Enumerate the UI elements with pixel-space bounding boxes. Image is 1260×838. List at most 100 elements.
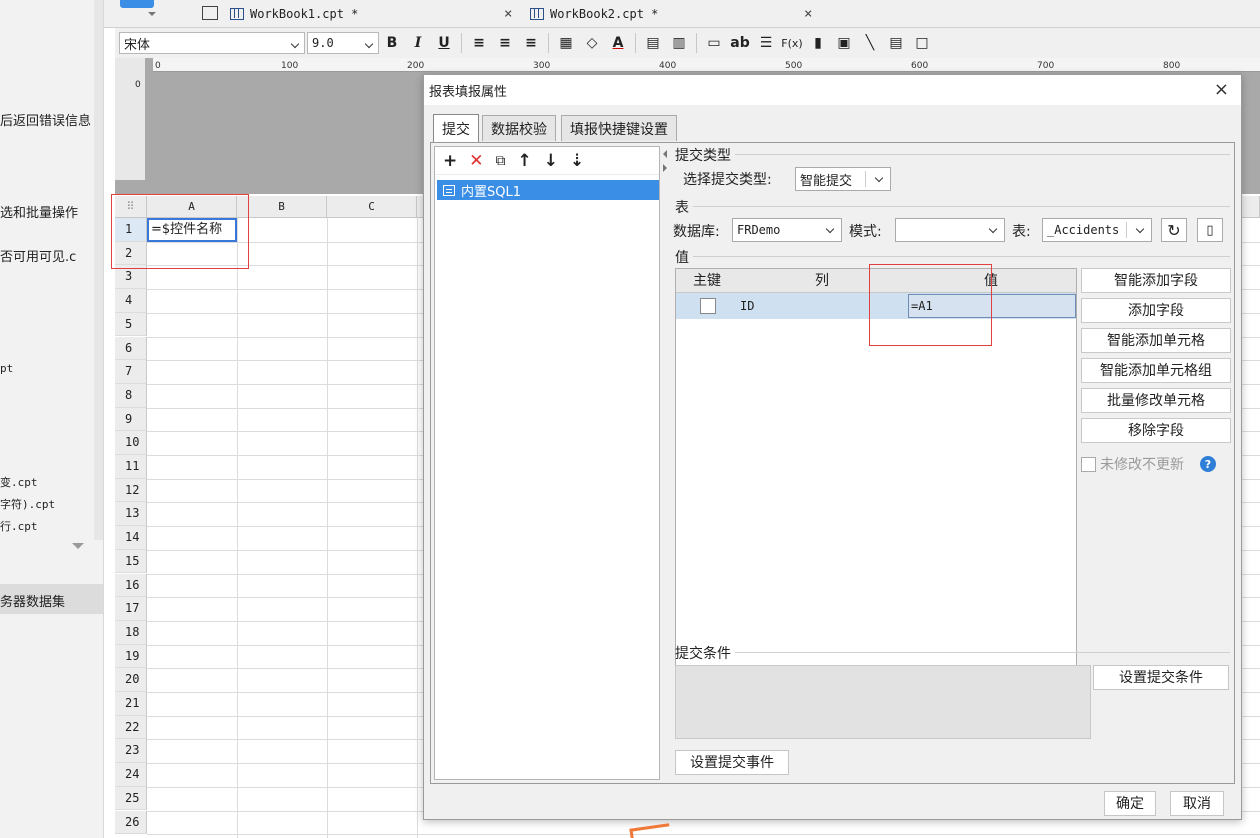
tree-item[interactable]: 变.cpt bbox=[0, 474, 38, 490]
smart-add-cell-button[interactable]: 智能添加单元格 bbox=[1081, 328, 1231, 353]
refresh-icon[interactable]: ↻ bbox=[1161, 218, 1187, 242]
move-down-icon[interactable]: ↓ bbox=[544, 151, 558, 171]
text-icon[interactable]: ab bbox=[727, 31, 753, 55]
font-color-icon[interactable]: A bbox=[605, 31, 631, 55]
close-tab-icon[interactable]: × bbox=[804, 6, 812, 22]
help-icon[interactable]: ? bbox=[1200, 456, 1216, 472]
tab-shortcut-settings[interactable]: 填报快捷键设置 bbox=[561, 115, 677, 141]
column-header-b[interactable]: B bbox=[237, 196, 327, 218]
tree-item[interactable]: 后返回错误信息 bbox=[0, 110, 91, 129]
tab-workbook2[interactable]: WorkBook2.cpt * × bbox=[530, 0, 812, 28]
row-header[interactable]: 24 bbox=[115, 763, 147, 787]
font-family-select[interactable]: 宋体 bbox=[119, 32, 305, 54]
row-header[interactable]: 19 bbox=[115, 644, 147, 669]
subreport-icon[interactable]: ▤ bbox=[883, 31, 909, 55]
row-header[interactable]: 11 bbox=[115, 455, 147, 479]
tab-data-validation[interactable]: 数据校验 bbox=[482, 115, 556, 141]
row-header[interactable]: 8 bbox=[115, 383, 147, 408]
align-center-icon[interactable]: ≡ bbox=[492, 31, 518, 55]
primary-key-checkbox[interactable] bbox=[700, 298, 716, 314]
tree-item[interactable]: pt bbox=[0, 362, 13, 375]
row-header[interactable]: 14 bbox=[115, 526, 147, 550]
italic-button[interactable]: I bbox=[405, 31, 431, 55]
close-tab-icon[interactable]: × bbox=[504, 6, 512, 22]
tab-submit[interactable]: 提交 bbox=[433, 114, 479, 142]
row-header[interactable]: 25 bbox=[115, 786, 147, 811]
row-header[interactable]: 12 bbox=[115, 478, 147, 503]
row-header[interactable]: 23 bbox=[115, 739, 147, 764]
delete-icon[interactable]: ✕ bbox=[469, 151, 483, 171]
row-header[interactable]: 9 bbox=[115, 407, 147, 432]
copy-icon[interactable]: ⧉ bbox=[496, 153, 506, 169]
row-header[interactable]: 22 bbox=[115, 715, 147, 740]
row-header[interactable]: 10 bbox=[115, 431, 147, 455]
smart-add-field-button[interactable]: 智能添加字段 bbox=[1081, 268, 1231, 293]
column-name-cell[interactable]: ID bbox=[740, 293, 754, 319]
collapse-right-icon[interactable] bbox=[663, 164, 667, 172]
cancel-button[interactable]: 取消 bbox=[1170, 791, 1224, 816]
row-header[interactable]: 15 bbox=[115, 549, 147, 574]
tree-item[interactable]: 字符).cpt bbox=[0, 496, 55, 512]
underline-button[interactable]: U bbox=[431, 31, 457, 55]
rich-text-icon[interactable]: ☰ bbox=[753, 31, 779, 55]
move-bottom-icon[interactable]: ⇣ bbox=[570, 151, 584, 171]
column-header-c[interactable]: C bbox=[327, 196, 417, 218]
scroll-down-arrow-icon[interactable] bbox=[72, 543, 84, 549]
add-icon[interactable]: + bbox=[443, 151, 457, 171]
border-icon[interactable]: ▦ bbox=[553, 31, 579, 55]
no-update-checkbox[interactable] bbox=[1081, 456, 1096, 472]
row-header[interactable]: 18 bbox=[115, 620, 147, 645]
row-header[interactable]: 13 bbox=[115, 502, 147, 527]
schema-select[interactable] bbox=[895, 218, 1005, 242]
batch-edit-cells-button[interactable]: 批量修改单元格 bbox=[1081, 388, 1231, 413]
tree-item[interactable]: 行.cpt bbox=[0, 518, 38, 534]
tab-workbook1[interactable]: WorkBook1.cpt * × bbox=[230, 0, 512, 28]
unmerge-cells-icon[interactable]: ▥ bbox=[666, 31, 692, 55]
left-panel-scrollbar[interactable] bbox=[94, 0, 103, 540]
row-header[interactable]: 7 bbox=[115, 360, 147, 384]
database-select[interactable]: FRDemo bbox=[732, 218, 842, 242]
move-up-icon[interactable]: ↑ bbox=[518, 151, 532, 171]
chevron-down-icon[interactable] bbox=[148, 12, 156, 16]
slash-icon[interactable]: ╲ bbox=[857, 31, 883, 55]
preview-table-icon[interactable]: ▯ bbox=[1197, 218, 1223, 242]
tree-item[interactable]: 选和批量操作 bbox=[0, 202, 78, 221]
pane-splitter[interactable] bbox=[663, 146, 669, 780]
tree-item[interactable]: 否可用可见.c bbox=[0, 246, 76, 265]
image-icon[interactable]: ▣ bbox=[831, 31, 857, 55]
no-update-if-unchanged-option[interactable]: 未修改不更新 ? bbox=[1081, 454, 1216, 474]
set-submit-event-button[interactable]: 设置提交事件 bbox=[675, 750, 789, 775]
table-select[interactable]: _Accidents bbox=[1042, 218, 1152, 242]
tree-item-server-dataset[interactable]: 务器数据集 bbox=[0, 591, 65, 610]
row-header[interactable]: 6 bbox=[115, 336, 147, 361]
textbox-icon[interactable]: ▭ bbox=[701, 31, 727, 55]
align-left-icon[interactable]: ≡ bbox=[466, 31, 492, 55]
row-header[interactable]: 17 bbox=[115, 597, 147, 621]
submit-type-select[interactable]: 智能提交 bbox=[795, 167, 891, 191]
remove-field-button[interactable]: 移除字段 bbox=[1081, 418, 1231, 443]
new-workbook-icon[interactable] bbox=[202, 6, 218, 20]
row-header[interactable]: 20 bbox=[115, 668, 147, 692]
row-header[interactable]: 4 bbox=[115, 289, 147, 313]
formula-icon[interactable]: F(x) bbox=[779, 31, 805, 55]
ok-button[interactable]: 确定 bbox=[1104, 791, 1156, 816]
list-item-builtin-sql[interactable]: 内置SQL1 bbox=[437, 180, 659, 200]
row-header[interactable]: 21 bbox=[115, 692, 147, 716]
close-icon[interactable]: × bbox=[1214, 79, 1229, 100]
row-header[interactable]: 5 bbox=[115, 312, 147, 337]
collapse-left-icon[interactable] bbox=[663, 150, 667, 158]
row-header[interactable]: 16 bbox=[115, 573, 147, 598]
align-right-icon[interactable]: ≡ bbox=[518, 31, 544, 55]
row-header[interactable]: 26 bbox=[115, 810, 147, 835]
font-size-select[interactable]: 9.0 bbox=[307, 32, 379, 54]
bold-button[interactable]: B bbox=[379, 31, 405, 55]
chart-icon[interactable]: ▮ bbox=[805, 31, 831, 55]
set-submit-condition-button[interactable]: 设置提交条件 bbox=[1093, 665, 1229, 690]
fill-color-icon[interactable]: ◇ bbox=[579, 31, 605, 55]
smart-add-cell-group-button[interactable]: 智能添加单元格组 bbox=[1081, 358, 1231, 383]
ruler-tick-label: 0 bbox=[135, 80, 141, 90]
add-field-button[interactable]: 添加字段 bbox=[1081, 298, 1231, 323]
merge-cells-icon[interactable]: ▤ bbox=[640, 31, 666, 55]
group-divider bbox=[735, 652, 1230, 653]
more-shapes-icon[interactable]: □ bbox=[909, 31, 935, 55]
